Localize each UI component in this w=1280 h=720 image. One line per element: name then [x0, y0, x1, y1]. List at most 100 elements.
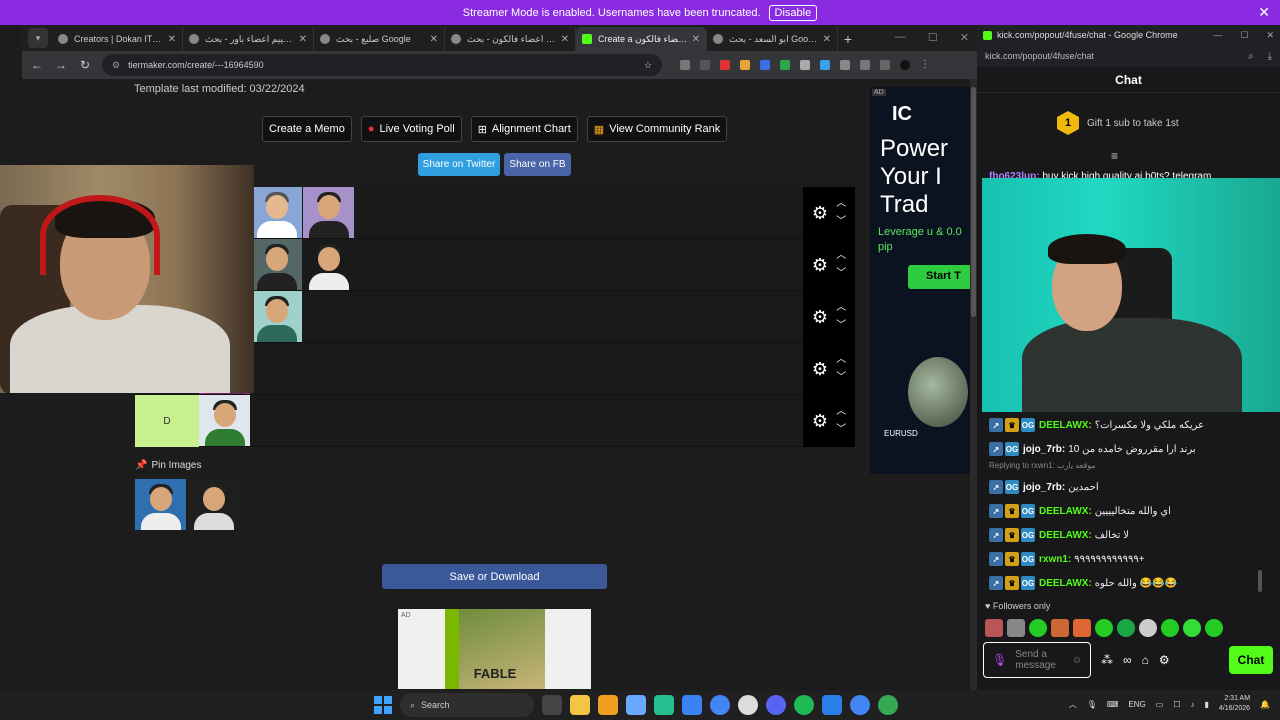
emote[interactable] — [1205, 619, 1223, 637]
clock[interactable]: 2:31 AM 4/16/2026 — [1219, 694, 1250, 714]
close-icon[interactable]: ✕ — [1258, 4, 1270, 21]
copilot-icon[interactable] — [626, 695, 646, 715]
bottom-ad[interactable]: AD FABLE — [398, 609, 591, 689]
emote[interactable] — [1051, 619, 1069, 637]
extension-icon[interactable] — [780, 60, 790, 70]
zoom-icon[interactable]: ⌕ — [1248, 51, 1254, 62]
chat-username[interactable]: jojo_7rb: — [1023, 482, 1065, 493]
emote[interactable] — [1139, 619, 1157, 637]
chevron-down-icon[interactable]: ﹀ — [836, 213, 846, 231]
chevron-up-icon[interactable]: ︿ — [836, 195, 846, 213]
minimize-icon[interactable]: — — [1213, 30, 1222, 41]
microphone-icon[interactable]: 🎙 — [992, 653, 1007, 667]
emote[interactable] — [1183, 619, 1201, 637]
maximize-icon[interactable]: ☐ — [928, 31, 938, 44]
app-icon[interactable] — [822, 695, 842, 715]
forward-icon[interactable]: → — [54, 58, 68, 72]
tier-item-image[interactable] — [303, 239, 354, 290]
keyboard-icon[interactable]: ⌨ — [1107, 700, 1119, 709]
alignment-chart-button[interactable]: ⊞ Alignment Chart — [470, 116, 578, 142]
pool-item-image[interactable] — [135, 479, 186, 530]
file-explorer-icon[interactable] — [570, 695, 590, 715]
extension-icon[interactable] — [700, 60, 710, 70]
chat-username[interactable]: DEELAWX: — [1039, 420, 1092, 431]
emoji-icon[interactable]: ☺ — [1072, 655, 1082, 666]
chat-scrollbar[interactable] — [1258, 570, 1262, 592]
chevron-down-icon[interactable]: ﹀ — [836, 421, 846, 439]
emote[interactable] — [1095, 619, 1113, 637]
profile-avatar[interactable] — [900, 60, 910, 70]
extension-icon[interactable] — [680, 60, 690, 70]
close-tab-icon[interactable]: ✕ — [299, 34, 307, 45]
view-community-rank-button[interactable]: ▦ View Community Rank — [586, 116, 728, 142]
close-tab-icon[interactable]: ✕ — [561, 34, 569, 45]
chevron-up-icon[interactable]: ︿ — [836, 403, 846, 421]
gear-icon[interactable]: ⚙ — [812, 307, 828, 328]
chevron-down-icon[interactable]: ﹀ — [836, 265, 846, 283]
battery-icon[interactable]: ▮ — [1204, 700, 1208, 709]
chevron-up-icon[interactable]: ︿ — [836, 247, 846, 265]
discord-icon[interactable] — [766, 695, 786, 715]
volume-icon[interactable]: ♪ — [1190, 700, 1194, 709]
menu-icon[interactable]: ⋮ — [920, 60, 930, 70]
tier-item-image[interactable] — [199, 395, 250, 446]
download-icon[interactable] — [860, 60, 870, 70]
expand-pinned-icon[interactable]: ≡ — [1111, 149, 1118, 163]
language-indicator[interactable]: ENG — [1128, 700, 1145, 709]
emote[interactable] — [1161, 619, 1179, 637]
chevron-up-icon[interactable]: ︿ — [1069, 699, 1077, 710]
gear-icon[interactable]: ⚙ — [812, 255, 828, 276]
chevron-up-icon[interactable]: ︿ — [836, 351, 846, 369]
live-voting-poll-button[interactable]: ● Live Voting Poll — [360, 116, 462, 142]
emote[interactable] — [1029, 619, 1047, 637]
chat-username[interactable]: rxwn1: — [1039, 554, 1071, 565]
app-icon[interactable] — [598, 695, 618, 715]
windows-start-icon[interactable] — [374, 696, 392, 714]
ad-start-button[interactable]: Start T — [908, 265, 970, 289]
close-tab-icon[interactable]: ✕ — [430, 34, 438, 45]
page-scrollbar[interactable] — [970, 79, 977, 690]
tab-search-icon[interactable]: ▾ — [28, 28, 48, 48]
tab-creators[interactable]: Creators | Dokan IT LLC ✕ — [52, 27, 183, 51]
tier-label[interactable]: D — [135, 395, 199, 447]
app-icon[interactable] — [654, 695, 674, 715]
extension-icon[interactable] — [740, 60, 750, 70]
customize-icon[interactable] — [880, 60, 890, 70]
emote[interactable] — [985, 619, 1003, 637]
bookmark-star-icon[interactable]: ☆ — [644, 60, 652, 71]
pool-item-image[interactable] — [188, 479, 239, 530]
network-icon[interactable]: ☐ — [1173, 700, 1180, 709]
chevron-up-icon[interactable]: ︿ — [836, 299, 846, 317]
extension-icon[interactable] — [820, 60, 830, 70]
save-or-download-button[interactable]: Save or Download — [382, 564, 607, 589]
chat-send-button[interactable]: Chat — [1229, 646, 1273, 674]
close-window-icon[interactable]: ✕ — [1266, 30, 1274, 41]
new-tab-icon[interactable]: + — [838, 29, 858, 49]
display-icon[interactable]: ▭ — [1156, 700, 1164, 709]
close-tab-icon[interactable]: ✕ — [823, 34, 831, 45]
tab-google-search-3[interactable]: تقييم اعضاء فالكون - بحث ✕ — [445, 27, 576, 51]
emote[interactable] — [1073, 619, 1091, 637]
infinity-icon[interactable]: ∞ — [1123, 653, 1132, 667]
back-icon[interactable]: ← — [30, 58, 44, 72]
chrome-icon[interactable] — [710, 695, 730, 715]
close-tab-icon[interactable]: ✕ — [168, 34, 176, 45]
maximize-icon[interactable]: ☐ — [1240, 30, 1248, 41]
chevron-down-icon[interactable]: ﹀ — [836, 369, 846, 387]
tab-google-search-4[interactable]: ابو السعد - بحث Google ✕ — [707, 27, 838, 51]
chevron-down-icon[interactable]: ﹀ — [836, 317, 846, 335]
address-bar[interactable]: ⚙ tiermaker.com/create/---16964590 ☆ — [102, 54, 662, 76]
share-twitter-button[interactable]: Share on Twitter — [418, 153, 500, 176]
gear-icon[interactable]: ⚙ — [812, 359, 828, 380]
reload-icon[interactable]: ↻ — [78, 58, 92, 72]
download-icon[interactable]: ⤓ — [1268, 51, 1272, 62]
chrome-icon[interactable] — [878, 695, 898, 715]
gear-icon[interactable]: ⚙ — [812, 411, 828, 432]
notifications-icon[interactable]: 🔔 — [1260, 700, 1270, 709]
puzzle-icon[interactable] — [840, 60, 850, 70]
tier-item-image[interactable] — [251, 187, 302, 238]
gift-leaderboard[interactable]: 1 Gift 1 sub to take 1st — [1057, 111, 1179, 135]
minimize-icon[interactable]: — — [895, 31, 906, 44]
emote[interactable] — [1117, 619, 1135, 637]
share-fb-button[interactable]: Share on FB — [504, 153, 571, 176]
